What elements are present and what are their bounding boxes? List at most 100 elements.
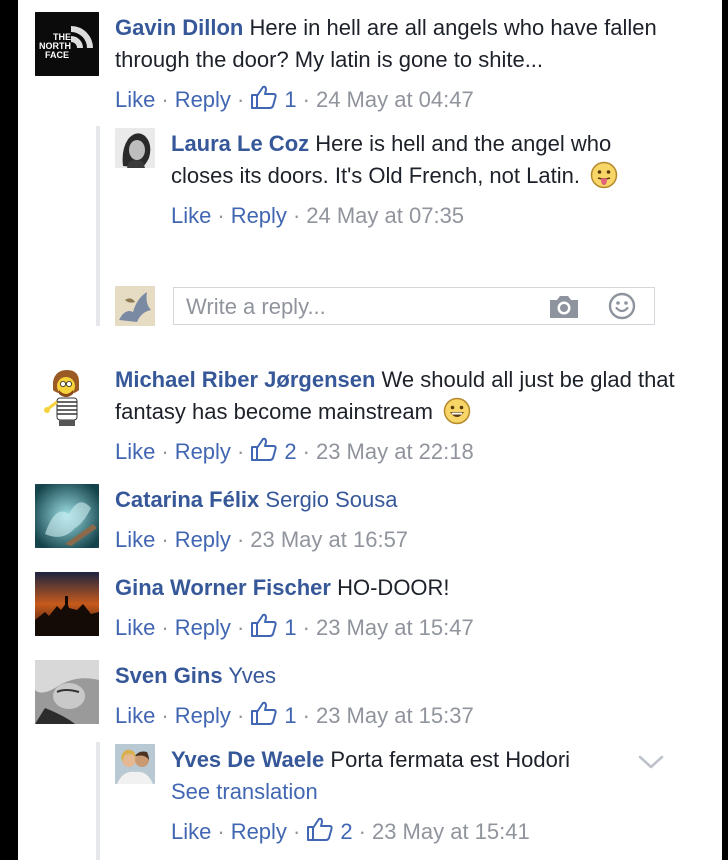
- comment-text: Gavin Dillon Here in hell are all angels…: [115, 12, 675, 76]
- author-name[interactable]: Yves De Waele: [171, 747, 324, 772]
- thumbs-up-icon: [307, 817, 333, 841]
- comment-actions: Like · Reply · 2 · 23 May at 15:41: [171, 816, 651, 848]
- comment-actions: Like · Reply · 1 · 24 May at 04:47: [115, 84, 675, 116]
- comment-body: HO-DOOR!: [337, 575, 450, 600]
- author-name[interactable]: Gina Worner Fischer: [115, 575, 331, 600]
- separator: ·: [302, 703, 310, 728]
- separator: ·: [161, 703, 169, 728]
- separator: ·: [292, 819, 301, 844]
- reply-thread-line: [96, 126, 100, 326]
- like-link[interactable]: Like: [115, 439, 155, 464]
- comment-text: Laura Le Coz Here is hell and the angel …: [171, 128, 631, 192]
- separator: ·: [217, 203, 225, 228]
- separator: ·: [217, 819, 225, 844]
- current-user-avatar: [115, 286, 155, 326]
- comment-actions: Like · Reply · 2 · 23 May at 22:18: [115, 436, 675, 468]
- thumbs-up-icon: [251, 701, 277, 725]
- like-count-value: 1: [284, 703, 297, 728]
- timestamp[interactable]: 24 May at 04:47: [316, 87, 474, 112]
- comment-body: Porta fermata est Hodori: [330, 747, 571, 772]
- like-link[interactable]: Like: [115, 615, 155, 640]
- reply-link[interactable]: Reply: [175, 527, 231, 552]
- like-count[interactable]: 1: [250, 85, 297, 112]
- reply-link[interactable]: Reply: [175, 439, 231, 464]
- comments-panel: THE NORTH FACE Gavin Dillon Here in hell…: [18, 0, 722, 860]
- thumbs-up-icon: [251, 85, 277, 109]
- separator: ·: [161, 615, 169, 640]
- like-link[interactable]: Like: [115, 87, 155, 112]
- tongue-out-emoji: [590, 161, 618, 189]
- comment-text: Gina Worner Fischer HO-DOOR!: [115, 572, 675, 604]
- like-link[interactable]: Like: [115, 527, 155, 552]
- like-count-value: 1: [284, 615, 297, 640]
- portrait-image: [115, 128, 155, 168]
- separator: ·: [236, 703, 245, 728]
- author-name[interactable]: Gavin Dillon: [115, 15, 243, 40]
- comment-text: Catarina Félix Sergio Sousa: [115, 484, 675, 516]
- timestamp[interactable]: 23 May at 16:57: [250, 527, 408, 552]
- like-count[interactable]: 1: [250, 613, 297, 640]
- separator: ·: [161, 87, 169, 112]
- like-count[interactable]: 1: [250, 701, 297, 728]
- reply-composer[interactable]: [173, 287, 655, 325]
- emoji-picker-icon[interactable]: [608, 292, 636, 320]
- timestamp[interactable]: 24 May at 07:35: [306, 203, 464, 228]
- comment-actions: Like · Reply · 24 May at 07:35: [171, 200, 631, 232]
- timestamp[interactable]: 23 May at 22:18: [316, 439, 474, 464]
- mention-link[interactable]: Sergio Sousa: [265, 487, 397, 512]
- like-link[interactable]: Like: [171, 203, 211, 228]
- author-name[interactable]: Laura Le Coz: [171, 131, 309, 156]
- cartoon-avatar-image: [35, 364, 99, 428]
- separator: ·: [236, 615, 245, 640]
- separator: ·: [161, 439, 169, 464]
- camera-icon[interactable]: [548, 294, 580, 320]
- timestamp[interactable]: 23 May at 15:47: [316, 615, 474, 640]
- separator: ·: [236, 87, 245, 112]
- see-translation-link[interactable]: See translation: [171, 776, 651, 808]
- avatar[interactable]: [35, 364, 99, 428]
- user-image: [115, 286, 155, 326]
- separator: ·: [236, 439, 245, 464]
- timestamp[interactable]: 23 May at 15:37: [316, 703, 474, 728]
- like-link[interactable]: Like: [115, 703, 155, 728]
- timestamp[interactable]: 23 May at 15:41: [372, 819, 530, 844]
- reply-link[interactable]: Reply: [231, 819, 287, 844]
- avatar[interactable]: THE NORTH FACE: [35, 12, 99, 76]
- separator: ·: [358, 819, 366, 844]
- separator: ·: [292, 203, 301, 228]
- like-link[interactable]: Like: [171, 819, 211, 844]
- avatar[interactable]: [115, 128, 155, 168]
- chevron-down-icon[interactable]: [638, 754, 664, 770]
- like-count-value: 1: [284, 87, 297, 112]
- separator: ·: [302, 615, 310, 640]
- like-count[interactable]: 2: [306, 817, 353, 844]
- avatar[interactable]: [35, 660, 99, 724]
- reply-thread-line: [96, 742, 100, 860]
- like-count[interactable]: 2: [250, 437, 297, 464]
- reply-link[interactable]: Reply: [175, 87, 231, 112]
- like-count-value: 2: [284, 439, 297, 464]
- author-name[interactable]: Catarina Félix: [115, 487, 259, 512]
- author-name[interactable]: Sven Gins: [115, 663, 223, 688]
- portrait-image: [35, 660, 99, 724]
- avatar[interactable]: [35, 484, 99, 548]
- comment-actions: Like · Reply · 1 · 23 May at 15:47: [115, 612, 675, 644]
- reply-input[interactable]: [184, 290, 548, 324]
- mention-link[interactable]: Yves: [228, 663, 276, 688]
- comment-text: Sven Gins Yves: [115, 660, 675, 692]
- reply-link[interactable]: Reply: [175, 615, 231, 640]
- comment-actions: Like · Reply · 1 · 23 May at 15:37: [115, 700, 675, 732]
- sunset-image: [35, 572, 99, 636]
- fantasy-art-image: [35, 484, 99, 548]
- avatar[interactable]: [35, 572, 99, 636]
- author-name[interactable]: Michael Riber Jørgensen: [115, 367, 375, 392]
- thumbs-up-icon: [251, 613, 277, 637]
- like-count-value: 2: [340, 819, 353, 844]
- reply-link[interactable]: Reply: [231, 203, 287, 228]
- thumbs-up-icon: [251, 437, 277, 461]
- grin-emoji: [443, 397, 471, 425]
- separator: ·: [302, 439, 310, 464]
- reply-link[interactable]: Reply: [175, 703, 231, 728]
- avatar[interactable]: [115, 744, 155, 784]
- comment-text: Michael Riber Jørgensen We should all ju…: [115, 364, 675, 428]
